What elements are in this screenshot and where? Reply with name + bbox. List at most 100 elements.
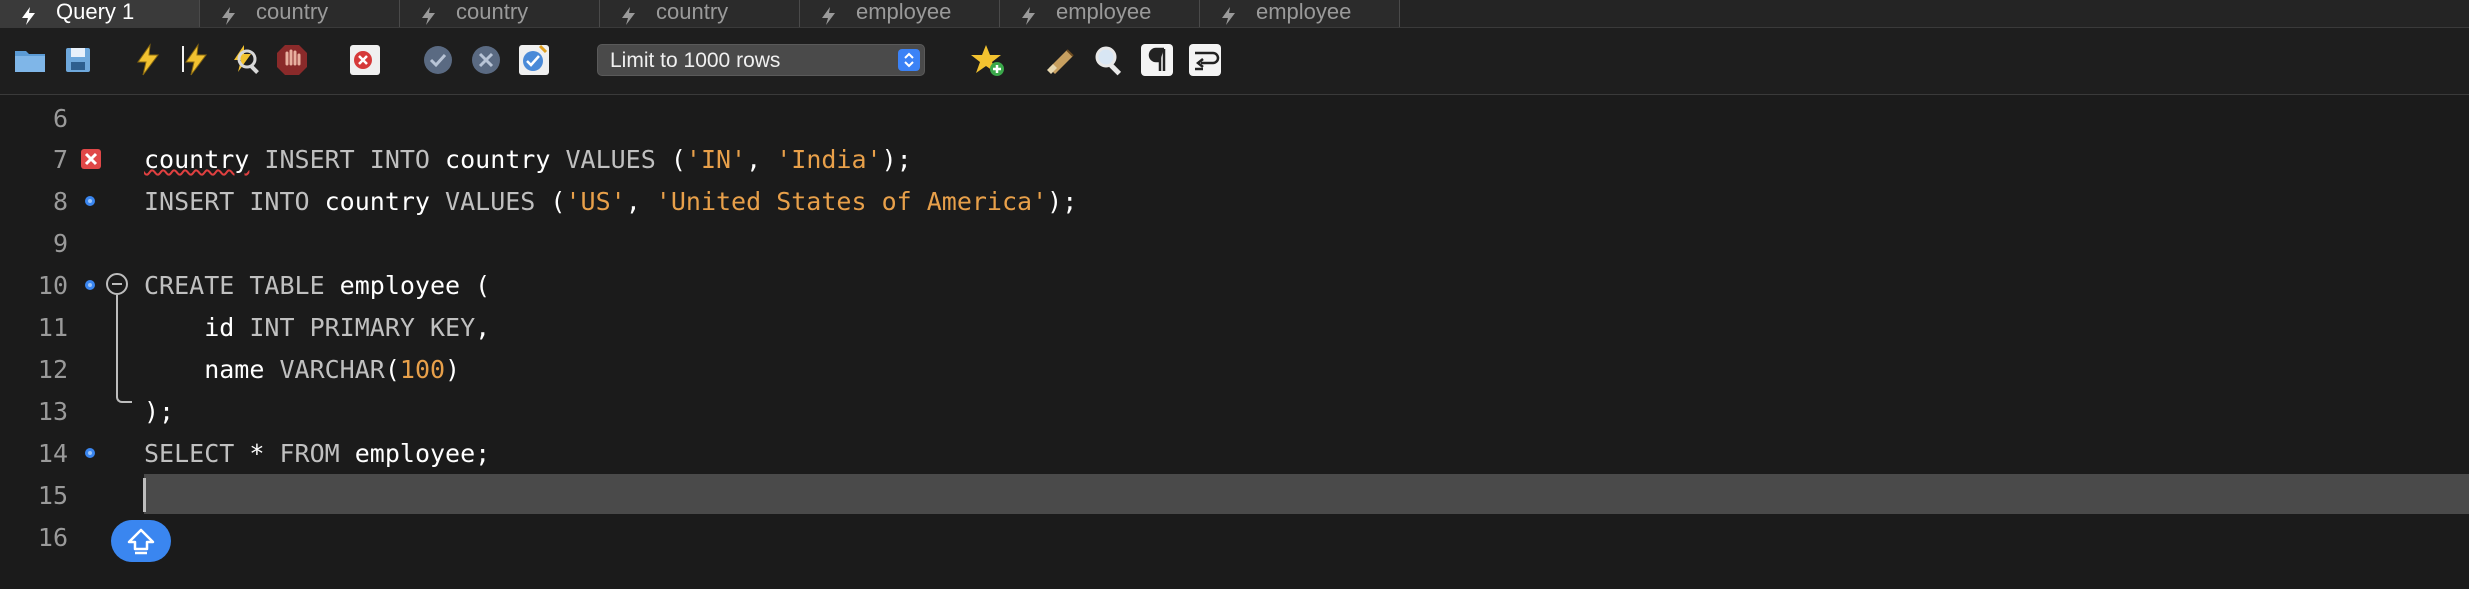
code-token: ,	[746, 145, 777, 174]
code-token: 'IN'	[685, 145, 747, 174]
code-text: CREATE TABLE employee (	[144, 271, 490, 300]
scroll-up-button[interactable]	[111, 520, 171, 562]
invisible-chars-icon[interactable]	[1139, 42, 1175, 78]
fold-toggle-icon[interactable]	[106, 273, 128, 295]
editor-line: 7 country INSERT INTO country VALUES ('I…	[0, 138, 2469, 180]
code-token: country	[144, 145, 250, 174]
tab-label: employee	[1056, 0, 1152, 24]
code-token: name	[144, 355, 280, 384]
tab-country[interactable]: country	[400, 0, 600, 27]
code-token: 'United States of America'	[655, 187, 1048, 216]
code-token: *	[234, 439, 280, 468]
rollback-icon[interactable]	[468, 42, 504, 78]
code-token: 100	[399, 355, 446, 384]
line-number: 9	[52, 229, 68, 258]
toggle-error-stop-icon[interactable]	[347, 42, 383, 78]
code-token: 'India'	[776, 145, 882, 174]
code-token: ,	[625, 187, 656, 216]
execute-icon[interactable]	[130, 42, 166, 78]
code-token: );	[1047, 187, 1078, 216]
tab-employee[interactable]: employee	[1000, 0, 1200, 27]
commit-icon[interactable]	[420, 42, 456, 78]
code-token: VALUES	[445, 187, 536, 216]
tab-label: country	[456, 0, 529, 24]
lightning-icon	[622, 7, 635, 25]
code-token: INSERT INTO	[144, 187, 310, 216]
line-number: 14	[37, 439, 68, 468]
sql-editor[interactable]: 6 7 country INSERT INTO country VALUES (…	[0, 95, 2469, 589]
code-token: 'US'	[565, 187, 626, 216]
lightning-icon	[1222, 7, 1235, 25]
code-token: SELECT	[144, 439, 235, 468]
editor-line-current[interactable]: 15	[0, 474, 2469, 516]
line-number: 8	[52, 187, 68, 216]
lightning-icon	[822, 7, 835, 25]
tab-employee[interactable]: employee	[800, 0, 1000, 27]
limit-rows-value: Limit to 1000 rows	[610, 49, 781, 72]
word-wrap-icon[interactable]	[1187, 42, 1223, 78]
code-token: );	[881, 145, 912, 174]
stop-icon[interactable]	[274, 42, 310, 78]
tab-label: employee	[856, 0, 952, 24]
sql-editor-toolbar: Limit to 1000 rows	[0, 28, 2469, 95]
code-token: (	[535, 187, 566, 216]
tab-employee[interactable]: employee	[1200, 0, 1400, 27]
save-icon[interactable]	[60, 42, 96, 78]
code-text: );	[144, 397, 174, 426]
line-number: 13	[37, 397, 68, 426]
tab-label: employee	[1256, 0, 1352, 24]
code-token: id	[144, 313, 250, 342]
line-number: 11	[37, 313, 68, 342]
lightning-icon	[222, 7, 235, 25]
lightning-icon	[22, 7, 35, 25]
statement-marker-icon	[85, 448, 95, 458]
statement-marker-icon	[85, 280, 95, 290]
chevron-updown-icon	[898, 49, 920, 71]
current-line-highlight	[144, 474, 2469, 514]
editor-line: 12 name VARCHAR(100)	[0, 348, 2469, 390]
code-token: );	[144, 397, 175, 426]
statement-marker-icon	[85, 196, 95, 206]
code-token: FROM	[279, 439, 340, 468]
line-number: 12	[37, 355, 68, 384]
tab-label: country	[656, 0, 729, 24]
code-text: INSERT INTO country VALUES ('US', 'Unite…	[144, 187, 1077, 216]
line-number: 15	[37, 481, 68, 510]
code-token: VARCHAR	[279, 355, 385, 384]
add-snippet-icon[interactable]	[970, 42, 1006, 78]
error-marker-icon[interactable]	[81, 149, 101, 169]
explain-icon[interactable]	[226, 42, 262, 78]
code-token: (	[384, 355, 400, 384]
code-token: )	[445, 355, 461, 384]
text-caret	[143, 478, 146, 512]
execute-current-icon[interactable]	[178, 42, 214, 78]
code-text: name VARCHAR(100)	[144, 355, 460, 384]
code-token: country	[430, 145, 566, 174]
editor-line: 14 SELECT * FROM employee;	[0, 432, 2469, 474]
tab-country[interactable]: country	[200, 0, 400, 27]
code-token: CREATE TABLE	[144, 271, 325, 300]
lightning-icon	[1022, 7, 1035, 25]
tab-query-1[interactable]: Query 1	[0, 0, 200, 27]
code-text: id INT PRIMARY KEY,	[144, 313, 490, 342]
beautify-icon[interactable]	[1043, 42, 1079, 78]
editor-line: 13 );	[0, 390, 2469, 432]
editor-line: 9	[0, 222, 2469, 264]
line-number: 7	[52, 145, 68, 174]
query-tab-bar: Query 1 country country country employee…	[0, 0, 2469, 28]
line-number: 6	[52, 104, 68, 133]
editor-line: 16	[0, 516, 2469, 558]
code-token: VALUES	[565, 145, 656, 174]
tab-label: Query 1	[56, 0, 135, 24]
code-text: country INSERT INTO country VALUES ('IN'…	[144, 145, 912, 174]
limit-rows-select[interactable]: Limit to 1000 rows	[597, 44, 925, 76]
open-folder-icon[interactable]	[12, 42, 48, 78]
search-icon[interactable]	[1091, 42, 1127, 78]
lightning-icon	[422, 7, 435, 25]
arrow-up-icon	[127, 528, 155, 555]
line-number: 16	[37, 523, 68, 552]
line-number: 10	[37, 271, 68, 300]
autocommit-icon[interactable]	[516, 42, 552, 78]
tab-country[interactable]: country	[600, 0, 800, 27]
